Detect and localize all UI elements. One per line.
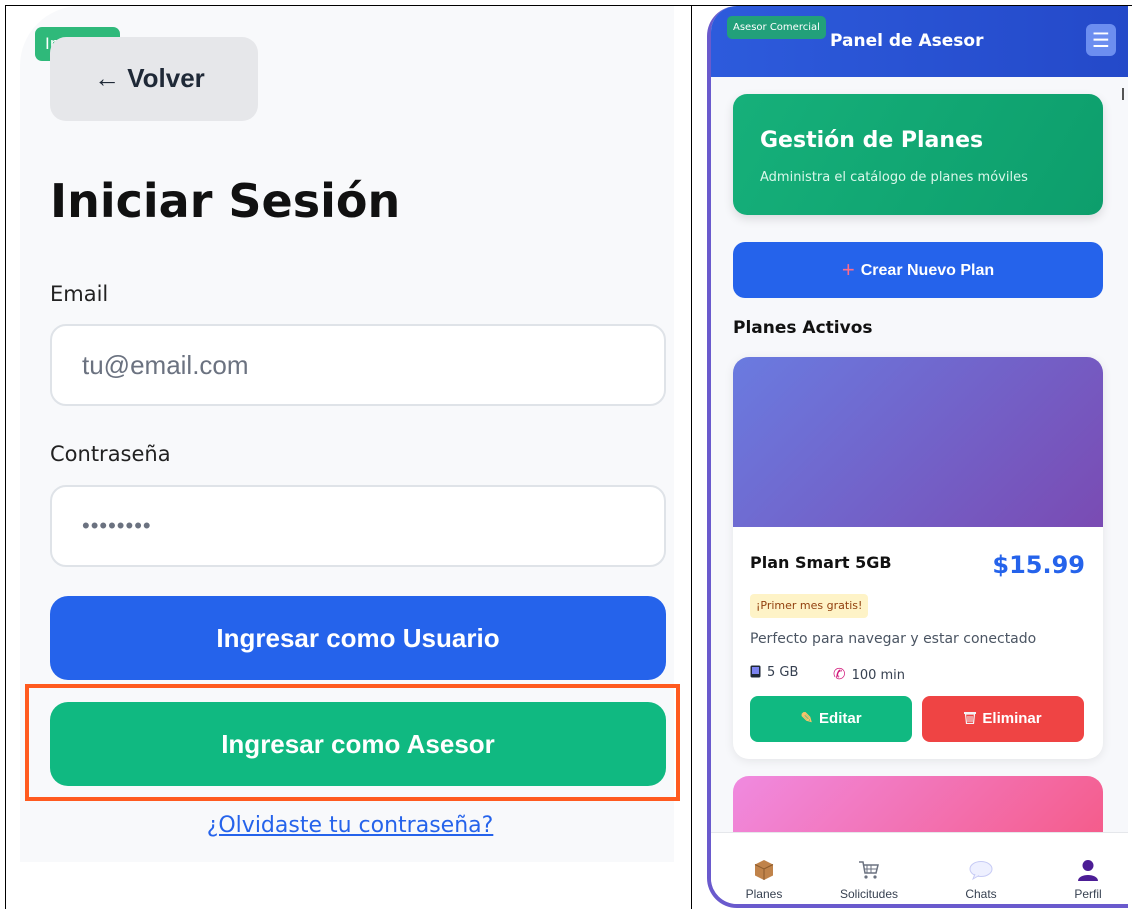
plus-icon: + xyxy=(841,257,855,282)
panel-divider xyxy=(691,5,692,909)
scrollbar[interactable] xyxy=(1122,88,1124,100)
hero-subtitle: Administra el catálogo de planes móviles xyxy=(760,170,1028,185)
bottom-nav: Planes Solicitudes Chats Perfil xyxy=(711,832,1128,904)
plan-description: Perfecto para navegar y estar conectado xyxy=(750,631,1037,647)
section-title: Planes Activos xyxy=(733,318,873,338)
edit-plan-button[interactable]: ✎ Editar xyxy=(750,696,912,742)
nav-label: Planes xyxy=(745,887,783,901)
nav-planes[interactable]: Planes xyxy=(724,833,804,901)
top-bar: Asesor Comercial Panel de Asesor ☰ xyxy=(711,6,1128,77)
password-field[interactable]: •••••••• xyxy=(50,485,666,567)
package-icon xyxy=(754,860,774,880)
advisor-phone-frame: Asesor Comercial Panel de Asesor ☰ Gesti… xyxy=(707,6,1128,908)
user-icon xyxy=(1078,860,1098,881)
nav-label: Chats xyxy=(965,887,997,901)
menu-icon[interactable]: ☰ xyxy=(1086,24,1116,56)
forgot-password-link[interactable]: ¿Olvidaste tu contraseña? xyxy=(0,813,700,838)
cart-icon xyxy=(859,861,879,879)
plan-name: Plan Smart 5GB xyxy=(750,553,892,572)
password-label: Contraseña xyxy=(50,442,171,466)
chat-bubble-icon xyxy=(969,861,993,881)
minutes-amount: 100 min xyxy=(851,668,906,683)
edit-label: Editar xyxy=(819,710,862,727)
trash-icon xyxy=(964,712,977,725)
plan-card: Plan Smart 5GB $15.99 ¡Primer mes gratis… xyxy=(733,357,1103,759)
phone-device-icon xyxy=(750,665,761,678)
email-field[interactable]: tu@email.com xyxy=(50,324,666,406)
delete-label: Eliminar xyxy=(982,710,1042,727)
minutes-feature: ✆ 100 min xyxy=(833,665,905,683)
plan-price: $15.99 xyxy=(992,551,1085,579)
create-plan-label: Crear Nuevo Plan xyxy=(860,262,995,279)
nav-chats[interactable]: Chats xyxy=(941,833,1021,901)
promo-badge: ¡Primer mes gratis! xyxy=(750,594,869,618)
header-title: Panel de Asesor xyxy=(830,31,984,51)
nav-label: Perfil xyxy=(1074,887,1102,901)
nav-label: Solicitudes xyxy=(839,887,899,901)
delete-plan-button[interactable]: Eliminar xyxy=(922,696,1084,742)
email-label: Email xyxy=(50,282,109,306)
plan-image xyxy=(733,357,1103,527)
role-badge: Asesor Comercial xyxy=(727,16,826,39)
nav-perfil[interactable]: Perfil xyxy=(1048,833,1128,901)
nav-solicitudes[interactable]: Solicitudes xyxy=(829,833,909,901)
page-title: Iniciar Sesión xyxy=(50,174,401,228)
pencil-icon: ✎ xyxy=(800,710,814,727)
phone-call-icon: ✆ xyxy=(833,665,846,683)
advisor-screen: Asesor Comercial Panel de Asesor ☰ Gesti… xyxy=(711,6,1128,904)
data-feature: 5 GB xyxy=(750,665,798,680)
back-button[interactable]: ← Volver xyxy=(50,37,258,121)
data-amount: 5 GB xyxy=(767,665,799,680)
login-user-button[interactable]: Ingresar como Usuario xyxy=(50,596,666,680)
hero-title: Gestión de Planes xyxy=(760,128,984,153)
create-plan-button[interactable]: + Crear Nuevo Plan xyxy=(733,242,1103,298)
highlight-box xyxy=(25,684,680,801)
hero-card: Gestión de Planes Administra el catálogo… xyxy=(733,94,1103,215)
